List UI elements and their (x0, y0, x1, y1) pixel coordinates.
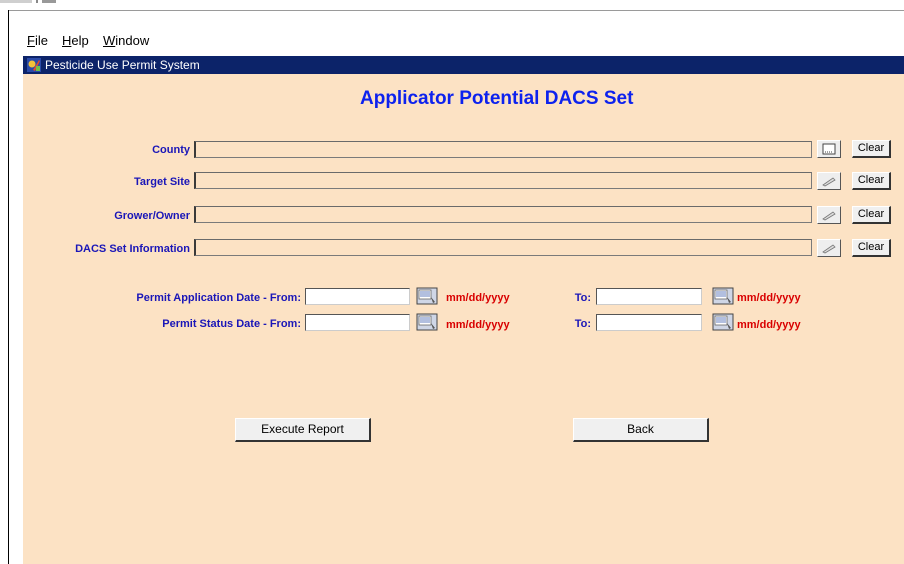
app-icon (27, 58, 41, 72)
permit-status-to-input[interactable] (596, 314, 702, 331)
grower-owner-clear-button[interactable]: Clear (852, 206, 891, 224)
top-strip-segment (0, 0, 32, 3)
target-site-lookup-button[interactable] (817, 172, 841, 190)
menu-help-label: elp (71, 33, 89, 48)
menu-window-label: indow (115, 33, 150, 48)
permit-status-to-label: To: (574, 318, 591, 330)
pen-lookup-icon (822, 244, 836, 254)
window-title-bar: Pesticide Use Permit System (23, 56, 904, 74)
permit-status-from-label: Permit Status Date - From: (162, 318, 301, 330)
menu-window-mnemonic: W (103, 33, 116, 48)
permit-status-from-input[interactable] (305, 314, 410, 331)
permit-app-from-input[interactable] (305, 288, 410, 305)
back-button[interactable]: Back (573, 418, 709, 442)
permit-app-to-format: mm/dd/yyyy (737, 292, 801, 304)
county-label: County (152, 144, 190, 156)
dacs-set-field[interactable] (194, 239, 812, 256)
target-site-clear-button[interactable]: Clear (852, 172, 891, 190)
calendar-icon[interactable] (416, 287, 438, 305)
target-site-field[interactable] (194, 172, 812, 189)
grower-owner-label: Grower/Owner (114, 210, 190, 222)
menu-file-mnemonic: F (27, 33, 35, 48)
execute-report-button[interactable]: Execute Report (235, 418, 371, 442)
permit-app-to-input[interactable] (596, 288, 702, 305)
pen-lookup-icon (822, 211, 836, 221)
list-lookup-icon (822, 143, 836, 155)
menu-help[interactable]: Help (62, 33, 89, 48)
menu-file[interactable]: File (27, 33, 48, 48)
permit-app-from-label: Permit Application Date - From: (136, 292, 301, 304)
top-strip (0, 0, 904, 10)
top-strip-segment (42, 0, 56, 3)
grower-owner-lookup-button[interactable] (817, 206, 841, 224)
permit-status-to-format: mm/dd/yyyy (737, 319, 801, 331)
permit-app-from-format: mm/dd/yyyy (446, 292, 510, 304)
calendar-icon[interactable] (416, 313, 438, 331)
top-strip-divider (36, 0, 38, 3)
grower-owner-field[interactable] (194, 206, 812, 223)
permit-app-to-label: To: (574, 292, 591, 304)
dacs-set-label: DACS Set Information (75, 243, 190, 255)
permit-status-from-format: mm/dd/yyyy (446, 319, 510, 331)
county-lookup-button[interactable] (817, 140, 841, 158)
menu-window[interactable]: Window (103, 33, 149, 48)
menu-file-label: ile (34, 33, 48, 48)
menu-help-mnemonic: H (62, 33, 72, 48)
dacs-set-lookup-button[interactable] (817, 239, 841, 257)
calendar-icon[interactable] (712, 287, 734, 305)
pen-lookup-icon (822, 177, 836, 187)
window-title: Pesticide Use Permit System (45, 58, 200, 72)
menu-bar: File Help Window (9, 10, 904, 56)
form-title: Applicator Potential DACS Set (360, 88, 634, 109)
dacs-set-clear-button[interactable]: Clear (852, 239, 891, 257)
window-left-edge (8, 10, 9, 564)
calendar-icon[interactable] (712, 313, 734, 331)
county-field[interactable] (194, 141, 812, 158)
county-clear-button[interactable]: Clear (852, 140, 891, 158)
target-site-label: Target Site (133, 176, 190, 188)
